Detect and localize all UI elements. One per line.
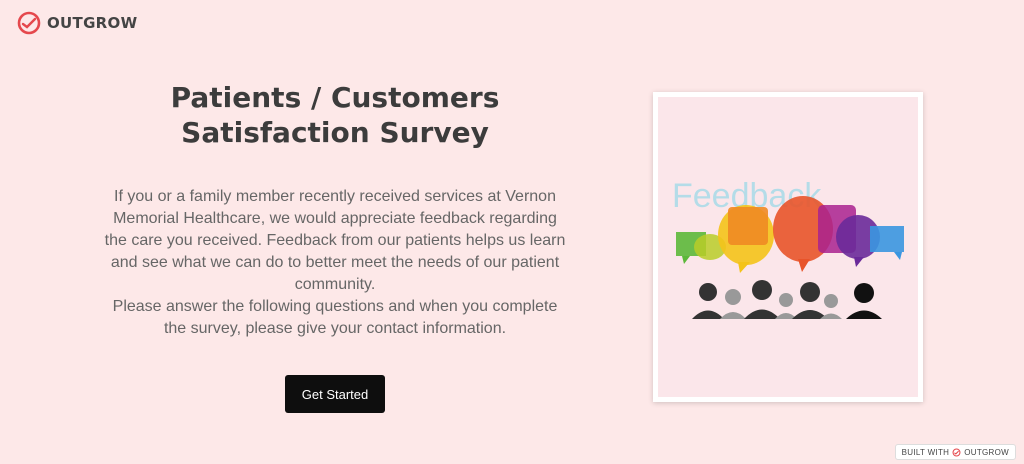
feedback-illustration-card: Feedback: [653, 92, 923, 402]
survey-description: If you or a family member recently recei…: [100, 186, 570, 340]
brand-name: OUTGROW: [47, 14, 138, 32]
built-with-outgrow-badge[interactable]: BUILT WITH OUTGROW: [894, 444, 1016, 460]
page-title: Patients / Customers Satisfaction Survey: [170, 81, 500, 149]
intro-paragraph-1: If you or a family member recently recei…: [104, 188, 566, 293]
feedback-people-illustration: Feedback: [658, 97, 918, 397]
built-with-label: BUILT WITH: [901, 447, 950, 457]
survey-intro-section: Patients / Customers Satisfaction Survey…: [100, 80, 570, 340]
outgrow-logo-icon: [17, 11, 41, 35]
outgrow-logo[interactable]: OUTGROW: [16, 10, 137, 36]
built-with-brand: OUTGROW: [964, 447, 1009, 457]
outgrow-small-logo-icon: [952, 448, 961, 456]
intro-paragraph-2: Please answer the following questions an…: [112, 298, 558, 337]
get-started-button[interactable]: Get Started: [285, 375, 385, 413]
